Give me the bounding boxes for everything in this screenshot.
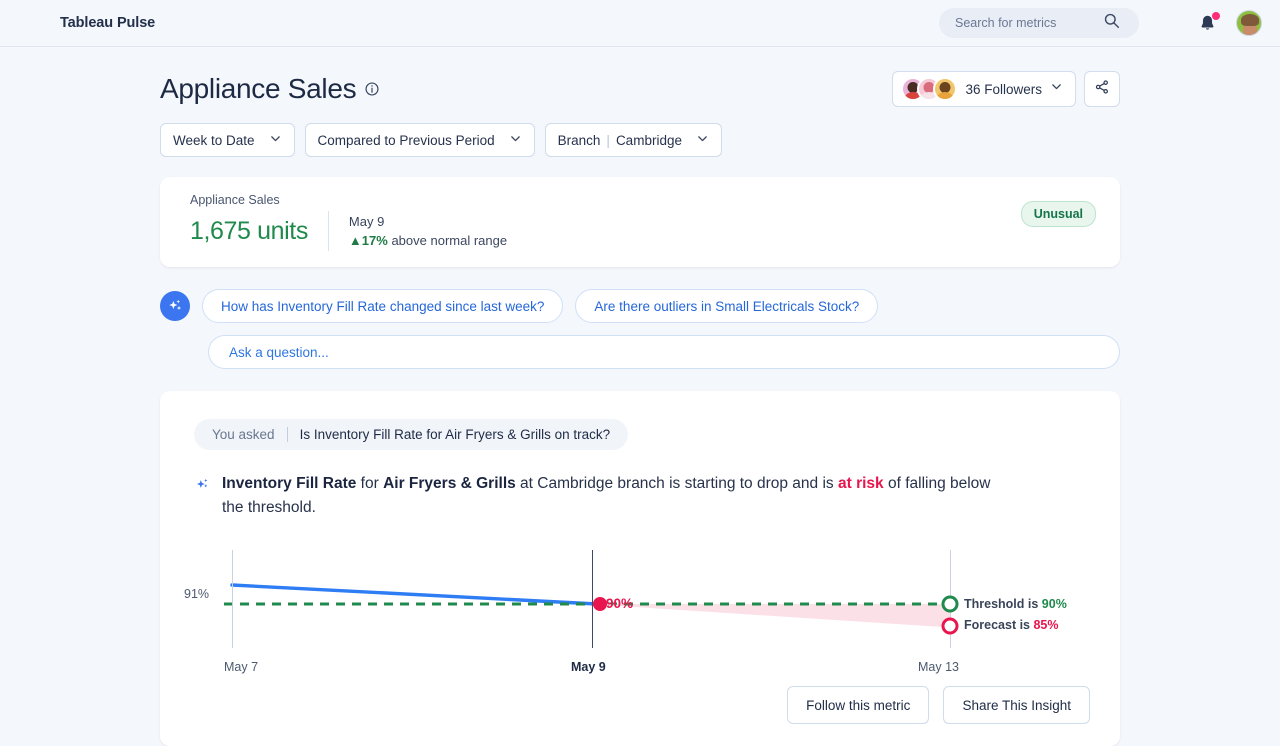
x-axis-tick-may-13: May 13 [918, 660, 959, 674]
metric-date: May 9 [349, 214, 507, 229]
page-header: Appliance Sales 36 Followers [160, 71, 1120, 107]
x-axis-tick-may-7: May 7 [224, 660, 258, 674]
ask-row [208, 335, 1280, 369]
suggestion-chip-1[interactable]: How has Inventory Fill Rate changed sinc… [202, 289, 563, 323]
insight-card: You asked Is Inventory Fill Rate for Air… [160, 391, 1120, 746]
suggestion-chip-2[interactable]: Are there outliers in Small Electricals … [575, 289, 878, 323]
metric-value: 1,675 units [190, 217, 308, 246]
insight-text-1: for [356, 475, 383, 492]
metric-comparison: May 9 ▲17% above normal range [349, 214, 507, 248]
page-body: Appliance Sales 36 Followers [0, 47, 1280, 746]
divider [328, 211, 329, 251]
followers-button[interactable]: 36 Followers [892, 71, 1076, 107]
filter-separator: | [606, 133, 610, 148]
chevron-down-icon [696, 132, 709, 148]
chevron-down-icon [1050, 80, 1063, 98]
insight-actions: Follow this metric Share This Insight [787, 686, 1090, 724]
metric-summary-card[interactable]: Appliance Sales 1,675 units May 9 ▲17% a… [160, 177, 1120, 267]
notification-badge-dot [1212, 12, 1220, 20]
metric-value-row: 1,675 units May 9 ▲17% above normal rang… [190, 211, 507, 251]
asked-question-pill: You asked Is Inventory Fill Rate for Air… [194, 419, 628, 450]
avatar [933, 77, 957, 101]
bell-icon[interactable] [1197, 13, 1218, 34]
threshold-legend-prefix: Threshold is [964, 597, 1042, 611]
insight-text-2: at Cambridge branch is starting to drop … [516, 475, 838, 492]
insight-text-block: Inventory Fill Rate for Air Fryers & Gri… [194, 472, 994, 520]
filter-bar: Week to Date Compared to Previous Period… [160, 123, 1280, 157]
chevron-down-icon [269, 132, 282, 148]
gridline-may-7 [232, 550, 233, 648]
metric-name: Appliance Sales [190, 193, 507, 207]
gear-icon[interactable] [1157, 12, 1179, 34]
ask-question-input[interactable] [227, 344, 1101, 361]
filter-dimension-label: Branch [558, 133, 601, 148]
search-box[interactable] [939, 8, 1139, 38]
topbar-actions [939, 8, 1262, 38]
metric-delta-value: 17% [362, 233, 388, 248]
follower-avatars [901, 77, 957, 101]
forecast-legend-prefix: Forecast is [964, 618, 1033, 632]
divider [287, 427, 288, 442]
status-badge: Unusual [1021, 201, 1096, 227]
forecast-legend: Forecast is 85% [964, 618, 1059, 632]
asked-label: You asked [212, 427, 275, 442]
filter-dimension-value: Cambridge [616, 133, 682, 148]
x-axis-tick-may-9: May 9 [571, 660, 606, 674]
filter-label: Week to Date [173, 133, 255, 148]
asked-question-text: Is Inventory Fill Rate for Air Fryers & … [300, 427, 611, 442]
app-brand[interactable]: Tableau Pulse [60, 15, 155, 31]
followers-count-label: 36 Followers [965, 82, 1042, 97]
y-axis-tick-91: 91% [184, 587, 209, 601]
forecast-chart: 91% May 7 May 9 May 13 90% Threshold is … [194, 542, 1094, 682]
forecast-marker [939, 615, 961, 637]
insight-sentence: Inventory Fill Rate for Air Fryers & Gri… [222, 472, 994, 520]
filter-time-range[interactable]: Week to Date [160, 123, 295, 157]
actual-line [232, 585, 597, 604]
sparkle-icon [194, 476, 212, 520]
info-circle-icon[interactable] [364, 81, 380, 97]
filter-comparison[interactable]: Compared to Previous Period [305, 123, 535, 157]
trend-up-icon: ▲ [349, 233, 362, 248]
top-navigation-bar: Tableau Pulse [0, 0, 1280, 47]
metric-delta: ▲17% above normal range [349, 233, 507, 248]
ask-question-box[interactable] [208, 335, 1120, 369]
share-button[interactable] [1084, 71, 1120, 107]
suggestion-row: How has Inventory Fill Rate changed sinc… [160, 289, 1280, 323]
followers-area: 36 Followers [892, 71, 1120, 107]
threshold-legend: Threshold is 90% [964, 597, 1067, 611]
filter-label: Compared to Previous Period [318, 133, 495, 148]
insight-metric-name: Inventory Fill Rate [222, 475, 356, 492]
chevron-down-icon [509, 132, 522, 148]
share-insight-button[interactable]: Share This Insight [943, 686, 1090, 724]
forecast-legend-value: 85% [1033, 618, 1058, 632]
filter-branch[interactable]: Branch | Cambridge [545, 123, 722, 157]
page-title: Appliance Sales [160, 73, 356, 105]
share-icon [1094, 79, 1110, 100]
user-avatar[interactable] [1236, 10, 1262, 36]
search-input[interactable] [953, 15, 1103, 31]
search-icon[interactable] [1103, 12, 1120, 34]
metric-delta-text: above normal range [391, 233, 507, 248]
threshold-legend-value: 90% [1042, 597, 1067, 611]
insight-dimension: Air Fryers & Grills [383, 475, 516, 492]
metric-summary-left: Appliance Sales 1,675 units May 9 ▲17% a… [190, 193, 507, 251]
threshold-marker [939, 593, 961, 615]
current-value-label: 90% [606, 596, 633, 611]
sparkle-icon[interactable] [160, 291, 190, 321]
insight-risk-phrase: at risk [838, 475, 884, 492]
follow-metric-button[interactable]: Follow this metric [787, 686, 929, 724]
